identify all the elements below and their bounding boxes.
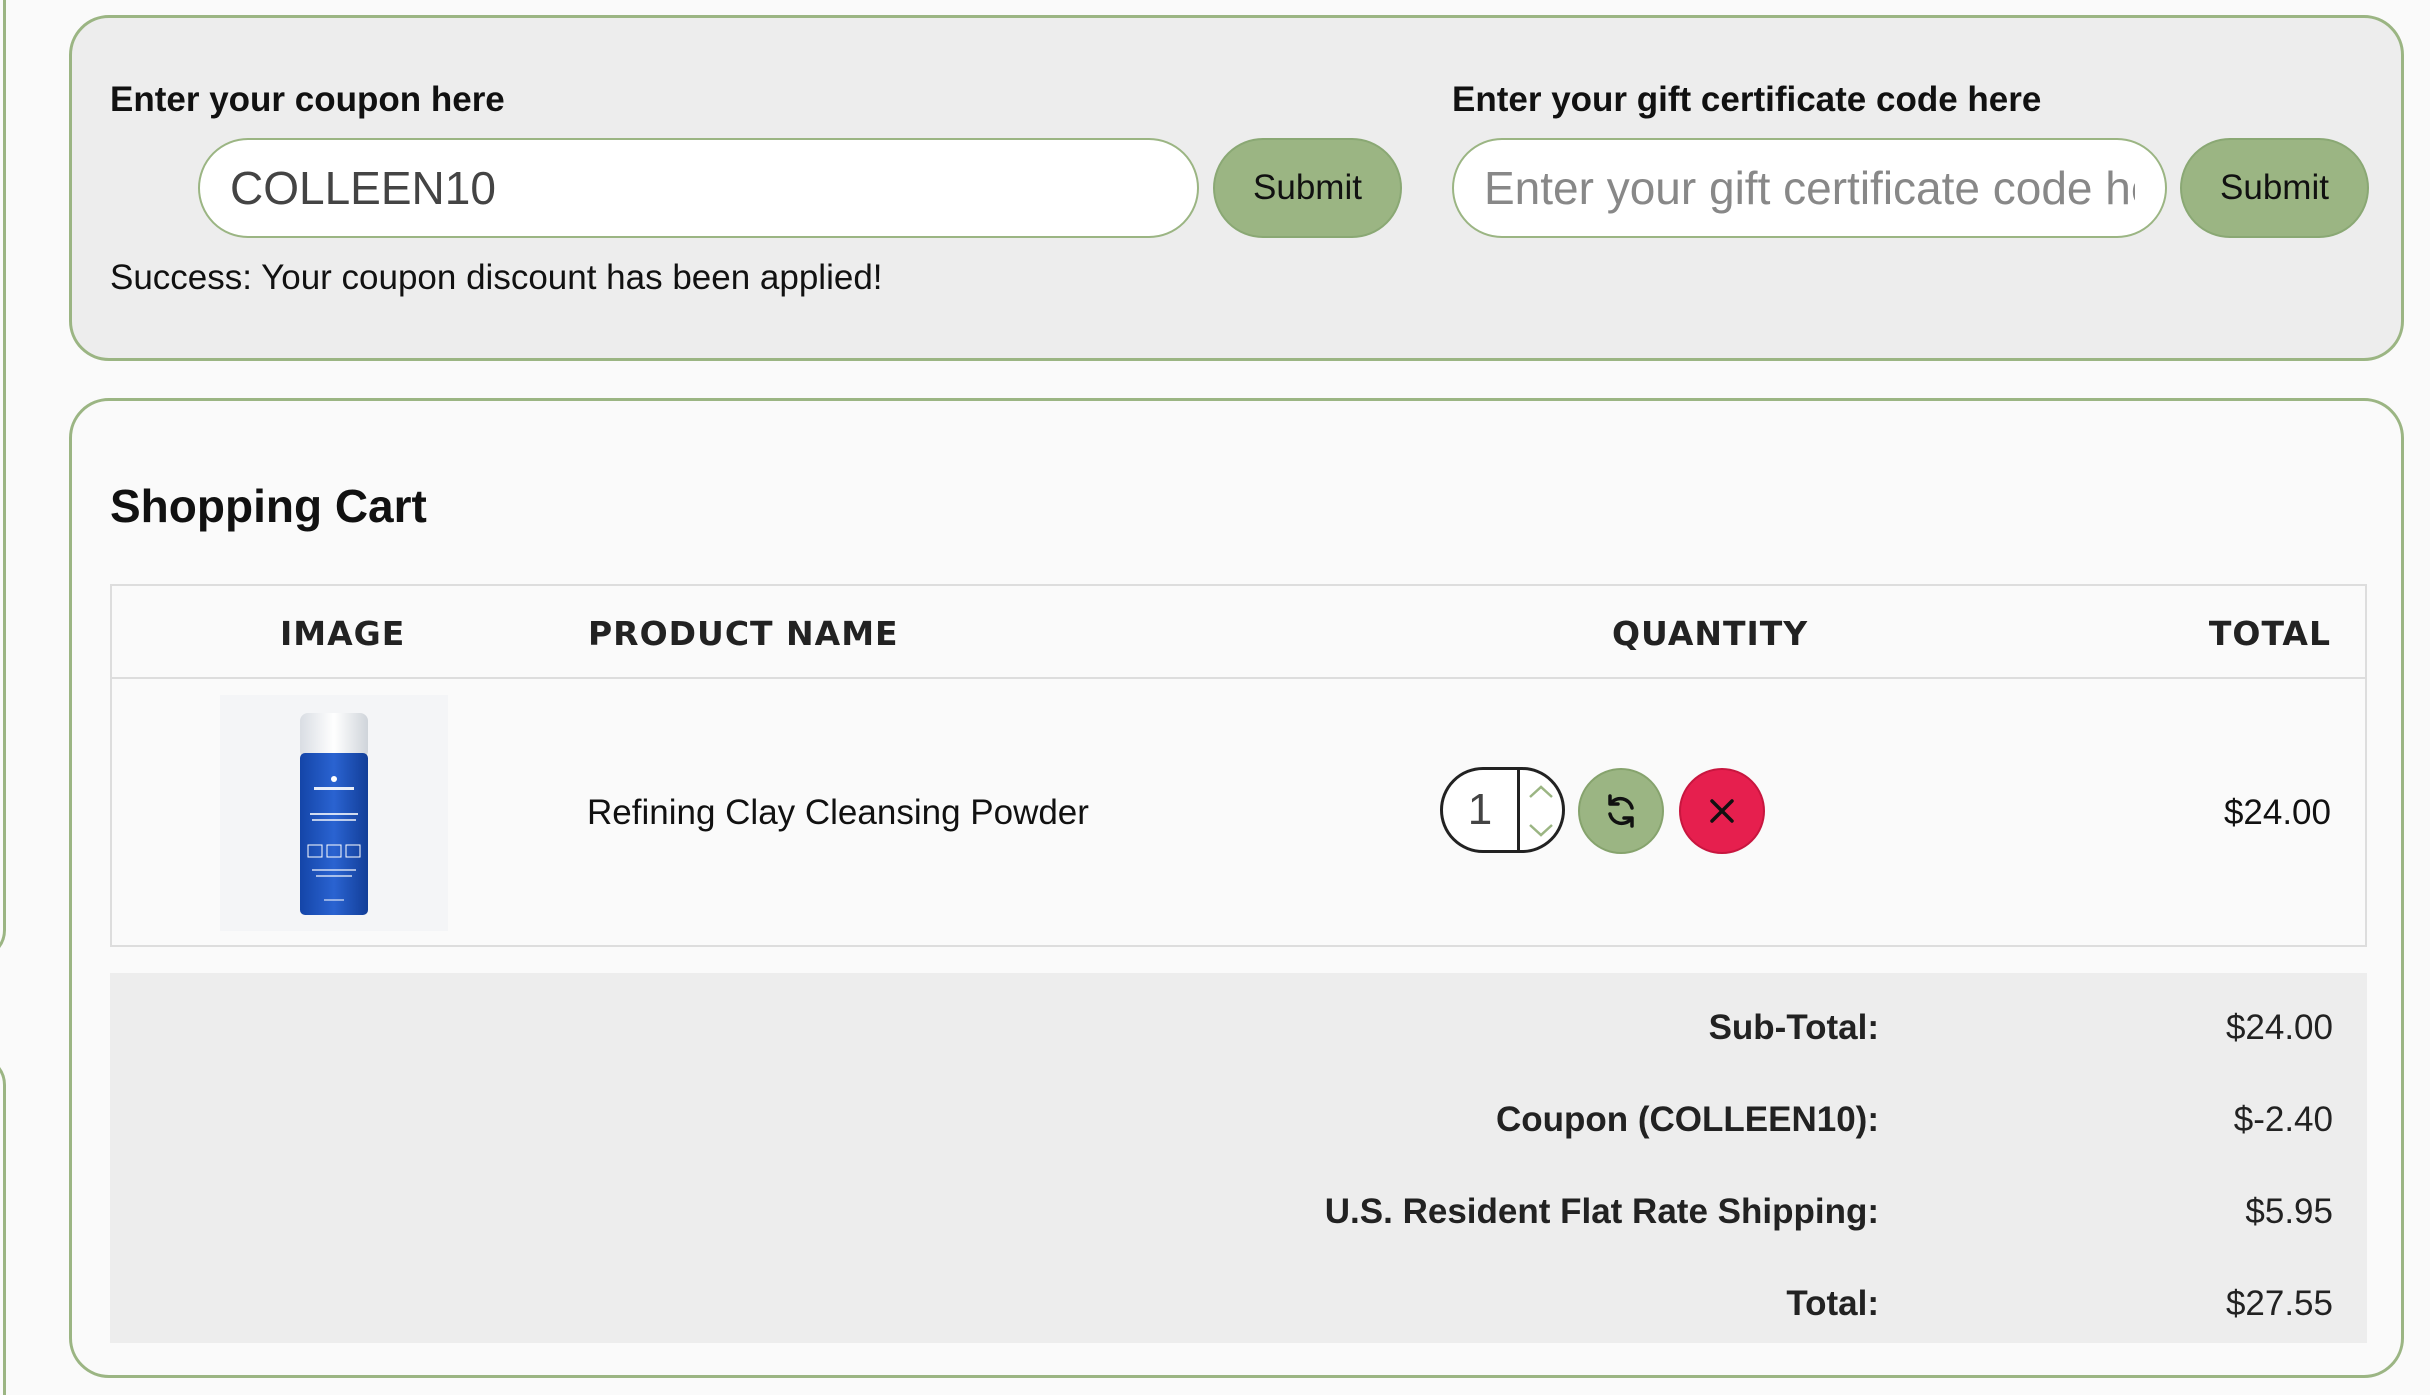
grand-total-value: $27.55 bbox=[2225, 1284, 2333, 1323]
quantity-input[interactable] bbox=[1443, 770, 1517, 850]
column-header-total: TOTAL bbox=[2208, 614, 2331, 653]
subtotal-value: $24.00 bbox=[2225, 1008, 2333, 1047]
quantity-increase-button[interactable] bbox=[1523, 774, 1559, 810]
refresh-icon bbox=[1608, 794, 1634, 828]
coupon-success-message: Success: Your coupon discount has been a… bbox=[110, 258, 883, 297]
cart-table-header: IMAGE PRODUCT NAME QUANTITY TOTAL bbox=[112, 586, 2365, 679]
coupon-heading: Enter your coupon here bbox=[110, 80, 505, 119]
grand-total-label: Total: bbox=[1786, 1284, 1879, 1323]
cart-table: IMAGE PRODUCT NAME QUANTITY TOTAL Refini… bbox=[110, 584, 2367, 947]
shipping-value: $5.95 bbox=[2245, 1192, 2333, 1231]
chevron-down-icon bbox=[1529, 824, 1553, 837]
gift-certificate-heading: Enter your gift certificate code here bbox=[1452, 80, 2042, 119]
product-name-link[interactable]: Refining Clay Cleansing Powder bbox=[587, 793, 1089, 833]
close-icon bbox=[1710, 799, 1734, 823]
cart-totals: Sub-Total: $24.00 Coupon (COLLEEN10): $-… bbox=[110, 973, 2367, 1343]
quantity-stepper bbox=[1440, 767, 1565, 853]
table-row: Refining Clay Cleansing Powder 1 $24.00 bbox=[112, 679, 2365, 945]
shipping-label: U.S. Resident Flat Rate Shipping: bbox=[1324, 1192, 1879, 1231]
coupon-panel: Enter your coupon here Submit Success: Y… bbox=[69, 15, 2404, 361]
cart-title: Shopping Cart bbox=[110, 480, 427, 532]
update-quantity-button[interactable] bbox=[1578, 768, 1664, 854]
column-header-product-name: PRODUCT NAME bbox=[588, 614, 899, 653]
shipping-row: U.S. Resident Flat Rate Shipping: $5.95 bbox=[110, 1178, 2367, 1238]
chevron-up-icon bbox=[1529, 785, 1553, 798]
left-panel-edge bbox=[0, 1055, 6, 1395]
coupon-discount-value: $-2.40 bbox=[2233, 1100, 2333, 1139]
item-total: $24.00 bbox=[2223, 793, 2331, 832]
gift-certificate-submit-button[interactable]: Submit bbox=[2180, 138, 2369, 238]
coupon-discount-row: Coupon (COLLEEN10): $-2.40 bbox=[110, 1086, 2367, 1146]
left-panel-edge bbox=[0, 0, 6, 960]
coupon-input[interactable] bbox=[198, 138, 1199, 238]
quantity-decrease-button[interactable] bbox=[1523, 812, 1559, 848]
remove-item-button[interactable] bbox=[1679, 768, 1765, 854]
column-header-image: IMAGE bbox=[280, 614, 406, 653]
subtotal-row: Sub-Total: $24.00 bbox=[110, 994, 2367, 1054]
grand-total-row: Total: $27.55 bbox=[110, 1270, 2367, 1330]
product-image[interactable] bbox=[220, 695, 448, 931]
subtotal-label: Sub-Total: bbox=[1708, 1008, 1879, 1047]
shopping-cart-panel: Shopping Cart IMAGE PRODUCT NAME QUANTIT… bbox=[69, 398, 2404, 1378]
column-header-quantity: QUANTITY bbox=[1612, 614, 1809, 653]
product-bottle-icon bbox=[300, 713, 368, 915]
coupon-discount-label: Coupon (COLLEEN10): bbox=[1495, 1100, 1879, 1139]
coupon-submit-button[interactable]: Submit bbox=[1213, 138, 1402, 238]
gift-certificate-input[interactable] bbox=[1452, 138, 2167, 238]
quantity-divider bbox=[1517, 770, 1520, 850]
